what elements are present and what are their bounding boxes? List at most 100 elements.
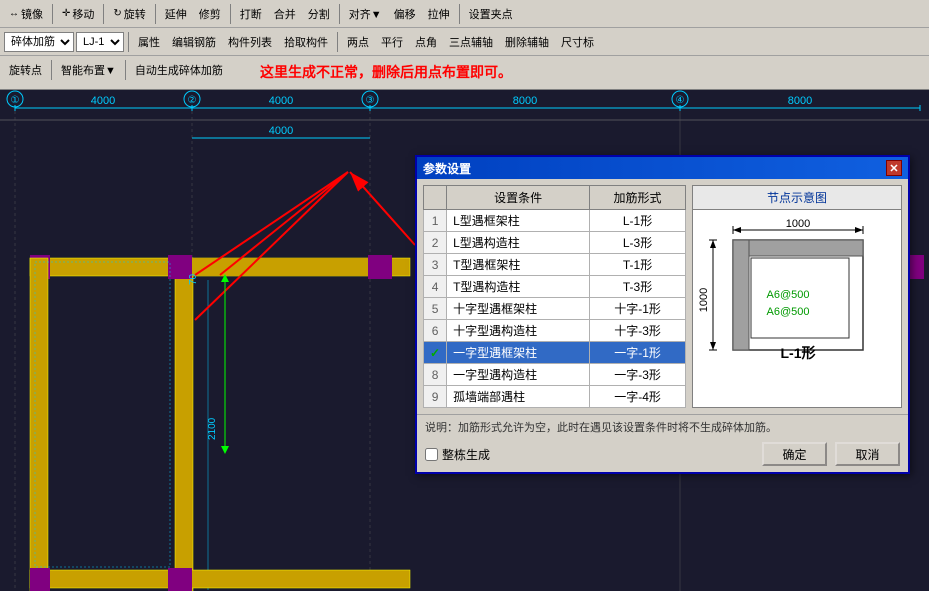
dialog-table-area: 设置条件 加筋形式 1L型遇框架柱L-1形2L型遇构造柱L-3形3T型遇框架柱T…: [423, 185, 686, 408]
dialog-action-buttons: 确定 取消: [762, 442, 900, 466]
toolbar-row2: 碎体加筋 LJ-1 属性 编辑钢筋 构件列表 拾取构件 两点 平行 点角 三点辅…: [0, 28, 929, 56]
svg-text:③: ③: [366, 95, 375, 106]
table-row[interactable]: 5十字型遇框架柱十字-1形: [424, 298, 686, 320]
table-row[interactable]: 4T型遇构造柱T-3形: [424, 276, 686, 298]
svg-text:A6@500: A6@500: [767, 289, 810, 301]
sep10: [125, 60, 126, 80]
sep9: [51, 60, 52, 80]
dialog-close-button[interactable]: ✕: [886, 160, 902, 176]
angle-point-button[interactable]: 点角: [410, 32, 442, 52]
component-list-button[interactable]: 构件列表: [223, 32, 277, 52]
toolbar-row1: ↔ 镜像 ✛ 移动 ↻ 旋转 延伸 修剪 打断 合并 分割: [0, 0, 929, 28]
smart-layout-button[interactable]: 智能布置▼: [56, 60, 121, 80]
mirror-icon: ↔: [9, 8, 19, 19]
table-cell-condition: L型遇框架柱: [447, 210, 590, 232]
stretch-button[interactable]: 拉伸: [423, 4, 455, 24]
table-cell-form: 十字-3形: [590, 320, 686, 342]
rotate-icon: ↻: [113, 8, 121, 19]
table-cell-form: 一字-4形: [590, 386, 686, 408]
table-row[interactable]: 3T型遇框架柱T-1形: [424, 254, 686, 276]
three-point-axis-button[interactable]: 三点辅轴: [444, 32, 498, 52]
move-button[interactable]: ✛ 移动: [57, 4, 99, 24]
table-header-form: 加筋形式: [590, 186, 686, 210]
extend-button[interactable]: 延伸: [160, 4, 192, 24]
component-id-select[interactable]: LJ-1: [76, 32, 124, 52]
rotate-button[interactable]: ↻ 旋转: [108, 4, 150, 24]
preview-canvas: 1000 1000: [693, 210, 901, 370]
rotate-point-button[interactable]: 旋转点: [4, 60, 47, 80]
table-cell-form: L-1形: [590, 210, 686, 232]
component-type-select[interactable]: 碎体加筋: [4, 32, 74, 52]
svg-text:70: 70: [188, 273, 199, 285]
sep1: [52, 4, 53, 24]
table-cell-form: T-1形: [590, 254, 686, 276]
svg-text:4000: 4000: [91, 95, 115, 107]
sep4: [230, 4, 231, 24]
dialog-footer: 说明：加筋形式允许为空，此时在遇见该设置条件时将不生成碎体加筋。 整栋生成 确定…: [417, 414, 908, 472]
table-row[interactable]: 1L型遇框架柱L-1形: [424, 210, 686, 232]
delete-axis-button[interactable]: 删除辅轴: [500, 32, 554, 52]
svg-text:2100: 2100: [207, 417, 218, 440]
table-cell-condition: T型遇框架柱: [447, 254, 590, 276]
table-row[interactable]: ✓一字型遇框架柱一字-1形: [424, 342, 686, 364]
table-cell-form: 一字-3形: [590, 364, 686, 386]
dialog-buttons-row: 整栋生成 确定 取消: [425, 442, 900, 466]
table-cell-form: 一字-1形: [590, 342, 686, 364]
auto-generate-button[interactable]: 自动生成碎体加筋: [130, 60, 228, 80]
table-cell-num: 1: [424, 210, 447, 232]
dialog-content: 设置条件 加筋形式 1L型遇框架柱L-1形2L型遇构造柱L-3形3T型遇框架柱T…: [417, 179, 908, 414]
svg-text:8000: 8000: [513, 95, 537, 107]
table-row[interactable]: 8一字型遇构造柱一字-3形: [424, 364, 686, 386]
table-cell-num: 9: [424, 386, 447, 408]
parallel-button[interactable]: 平行: [376, 32, 408, 52]
settings-table: 设置条件 加筋形式 1L型遇框架柱L-1形2L型遇构造柱L-3形3T型遇框架柱T…: [423, 185, 686, 408]
table-cell-condition: 十字型遇构造柱: [447, 320, 590, 342]
cancel-button[interactable]: 取消: [835, 442, 900, 466]
sep8: [337, 32, 338, 52]
table-cell-condition: 一字型遇构造柱: [447, 364, 590, 386]
sep7: [128, 32, 129, 52]
confirm-button[interactable]: 确定: [762, 442, 827, 466]
sep2: [103, 4, 104, 24]
table-cell-num: ✓: [424, 342, 447, 364]
table-header-num: [424, 186, 447, 210]
table-cell-num: 8: [424, 364, 447, 386]
annotation-text: 这里生成不正常，删除后用点布置即可。: [260, 62, 512, 82]
table-row[interactable]: 2L型遇构造柱L-3形: [424, 232, 686, 254]
align-button[interactable]: 对齐▼: [344, 4, 387, 24]
mirror-button[interactable]: ↔ 镜像: [4, 4, 48, 24]
svg-text:A6@500: A6@500: [767, 306, 810, 318]
svg-text:1000: 1000: [698, 288, 710, 312]
preview-title: 节点示意图: [693, 186, 901, 210]
table-row[interactable]: 9孤墙端部遇柱一字-4形: [424, 386, 686, 408]
dialog-preview-area: 节点示意图 1000: [692, 185, 902, 408]
merge-button[interactable]: 合并: [269, 4, 301, 24]
dimension-button[interactable]: 尺寸标: [556, 32, 599, 52]
table-cell-condition: T型遇构造柱: [447, 276, 590, 298]
setpoint-button[interactable]: 设置夹点: [464, 4, 518, 24]
table-cell-form: L-3形: [590, 232, 686, 254]
break-button[interactable]: 打断: [235, 4, 267, 24]
table-cell-condition: 孤墙端部遇柱: [447, 386, 590, 408]
dialog-title: 参数设置: [423, 160, 471, 177]
properties-button[interactable]: 属性: [133, 32, 165, 52]
table-cell-num: 2: [424, 232, 447, 254]
svg-text:8000: 8000: [788, 95, 812, 107]
sep5: [339, 4, 340, 24]
table-cell-num: 5: [424, 298, 447, 320]
table-cell-num: 4: [424, 276, 447, 298]
sep3: [155, 4, 156, 24]
table-cell-form: 十字-1形: [590, 298, 686, 320]
split-button[interactable]: 分割: [303, 4, 335, 24]
edit-rebar-button[interactable]: 编辑钢筋: [167, 32, 221, 52]
move-icon: ✛: [62, 8, 70, 19]
dialog-titlebar: 参数设置 ✕: [417, 157, 908, 179]
parameter-settings-dialog: 参数设置 ✕ 设置条件 加筋形式 1L型遇框架柱L-1形2L型遇构造柱L-3形3…: [415, 155, 910, 474]
pick-component-button[interactable]: 拾取构件: [279, 32, 333, 52]
trim-button[interactable]: 修剪: [194, 4, 226, 24]
offset-button[interactable]: 偏移: [389, 4, 421, 24]
svg-text:1000: 1000: [786, 218, 810, 230]
table-row[interactable]: 6十字型遇构造柱十字-3形: [424, 320, 686, 342]
two-point-button[interactable]: 两点: [342, 32, 374, 52]
batch-generate-checkbox[interactable]: [425, 448, 438, 461]
